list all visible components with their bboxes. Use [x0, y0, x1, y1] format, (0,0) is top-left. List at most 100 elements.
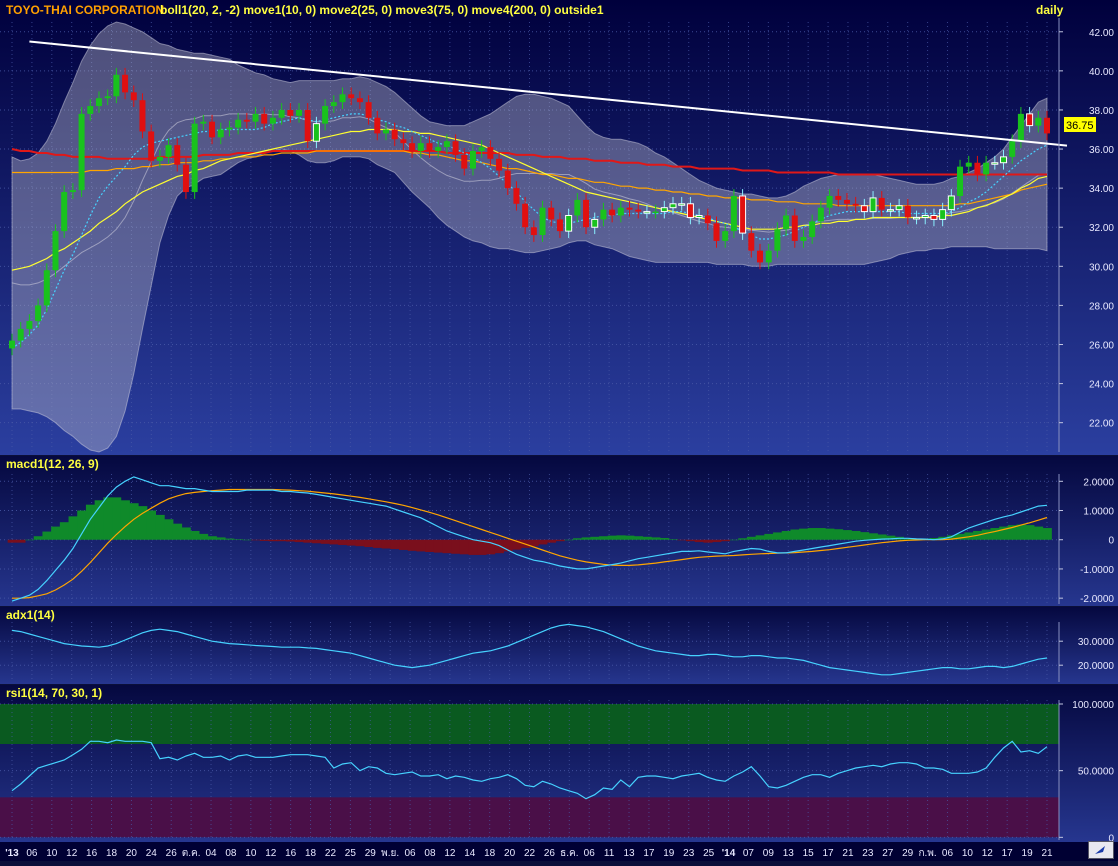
candle-body — [539, 207, 546, 236]
candle-body — [722, 231, 729, 241]
y-tick-label: 28.00 — [1089, 301, 1114, 312]
x-tick-label: 12 — [444, 848, 456, 859]
macd-histogram-bar — [33, 536, 43, 540]
macd-histogram-bar — [686, 539, 696, 542]
x-tick-label: 06 — [942, 848, 954, 859]
macd-histogram-bar — [259, 539, 270, 541]
macd-histogram-bar — [425, 539, 435, 552]
macd-histogram-bar — [390, 539, 400, 550]
candle-body — [356, 98, 363, 103]
candle-body — [886, 209, 894, 212]
candle-body — [739, 195, 747, 234]
macd-histogram-bar — [312, 539, 322, 544]
macd-histogram-bar — [1025, 525, 1035, 540]
macd-histogram-bar — [668, 539, 678, 540]
macd-histogram-bar — [433, 539, 444, 553]
candle-body — [1044, 117, 1050, 134]
candle-body — [947, 195, 955, 211]
candle-body — [669, 203, 677, 209]
x-tick-label: 13 — [623, 848, 635, 859]
macd-histogram-bar — [746, 536, 757, 540]
chart-canvas[interactable]: 42.00 40.00 38.00 36.00 34.00 32.00 30.00 28.00… — [0, 0, 1118, 861]
candle-body — [435, 147, 442, 151]
candle-body — [113, 74, 120, 97]
macd-histogram-bar — [694, 539, 704, 543]
macd-histogram-bar — [190, 530, 200, 540]
candle-body — [9, 340, 15, 349]
y-tick-label: 40.00 — [1089, 67, 1114, 78]
candle-body — [600, 209, 607, 220]
candle-body — [704, 215, 711, 224]
candle-body — [478, 147, 485, 151]
candle-body — [939, 209, 947, 220]
candle-body — [278, 109, 285, 118]
x-tick-label: 27 — [882, 848, 894, 859]
macd-histogram-bar — [468, 539, 478, 555]
candle-body — [312, 123, 320, 142]
candle-body — [269, 117, 276, 124]
x-tick-label: 10 — [46, 848, 58, 859]
macd-histogram-bar — [538, 539, 548, 545]
y-tick-label: 26.00 — [1089, 341, 1114, 352]
macd-histogram-bar — [755, 535, 765, 540]
macd-histogram-bar — [329, 539, 339, 545]
macd-histogram-bar — [59, 522, 70, 540]
macd-histogram-bar — [851, 530, 861, 540]
candle-body — [965, 162, 972, 167]
candle-body — [461, 154, 468, 169]
y-tick-label: 38.00 — [1089, 106, 1114, 117]
x-tick-label: 09 — [763, 848, 775, 859]
x-tick-label: 23 — [862, 848, 874, 859]
x-tick-label: 18 — [106, 848, 118, 859]
x-tick-label: 25 — [345, 848, 357, 859]
macd-histogram-bar — [1016, 524, 1026, 540]
candle-body — [921, 215, 929, 218]
candle-body — [209, 121, 216, 138]
x-tick-label: 13 — [783, 848, 795, 859]
candle-body — [26, 321, 33, 329]
candle-body — [487, 147, 494, 159]
x-tick-label: '13 — [5, 848, 19, 859]
candle-body — [87, 106, 94, 114]
x-axis: '13 06 10 12 16 18 20 24 26 ต.ค. 04 08 10 12 16 18 22 25 2… — [0, 842, 1118, 861]
macd-histogram-bar — [155, 514, 165, 540]
macd-title: macd1(12, 26, 9) — [6, 457, 99, 471]
drawing-tool-button[interactable] — [1088, 841, 1114, 859]
x-tick-label: 23 — [683, 848, 695, 859]
x-tick-label: 18 — [305, 848, 317, 859]
candle-body — [200, 121, 207, 124]
candle-body — [322, 106, 329, 124]
x-tick-label: 25 — [703, 848, 715, 859]
candle-body — [374, 117, 381, 134]
macd-histogram-bar — [581, 537, 591, 540]
y-tick-label: 34.00 — [1089, 184, 1114, 195]
x-tick-label: 17 — [643, 848, 655, 859]
x-tick-label: 18 — [484, 848, 496, 859]
candle-body — [522, 203, 529, 228]
chart-title: TOYO-THAI CORPORATION — [6, 3, 164, 17]
candle-body — [496, 158, 503, 171]
macd-histogram-bar — [546, 539, 557, 543]
macd-histogram-bar — [103, 497, 113, 540]
candle-body — [252, 113, 259, 122]
candle-body — [800, 237, 807, 241]
y-tick-label: 32.00 — [1089, 223, 1114, 234]
macd-histogram-bar — [77, 510, 87, 540]
macd-histogram-bar — [572, 538, 583, 540]
candle-body — [635, 209, 642, 212]
x-tick-label: 19 — [663, 848, 675, 859]
macd-histogram-bar — [990, 528, 1000, 540]
candle-body — [235, 119, 242, 128]
x-tick-label: 26 — [166, 848, 178, 859]
macd-histogram-bar — [1042, 528, 1052, 540]
candle-body — [869, 197, 877, 213]
candle-body — [417, 143, 424, 151]
candle-body — [148, 131, 155, 161]
x-tick-label: 14 — [464, 848, 476, 859]
x-tick-label: 06 — [405, 848, 417, 859]
y-tick-label: -2.0000 — [1080, 594, 1114, 605]
x-tick-label: 11 — [604, 848, 615, 859]
macd-histogram-bar — [599, 536, 609, 540]
macd-histogram-bar — [94, 500, 104, 540]
y-tick-label: 42.00 — [1089, 28, 1114, 39]
